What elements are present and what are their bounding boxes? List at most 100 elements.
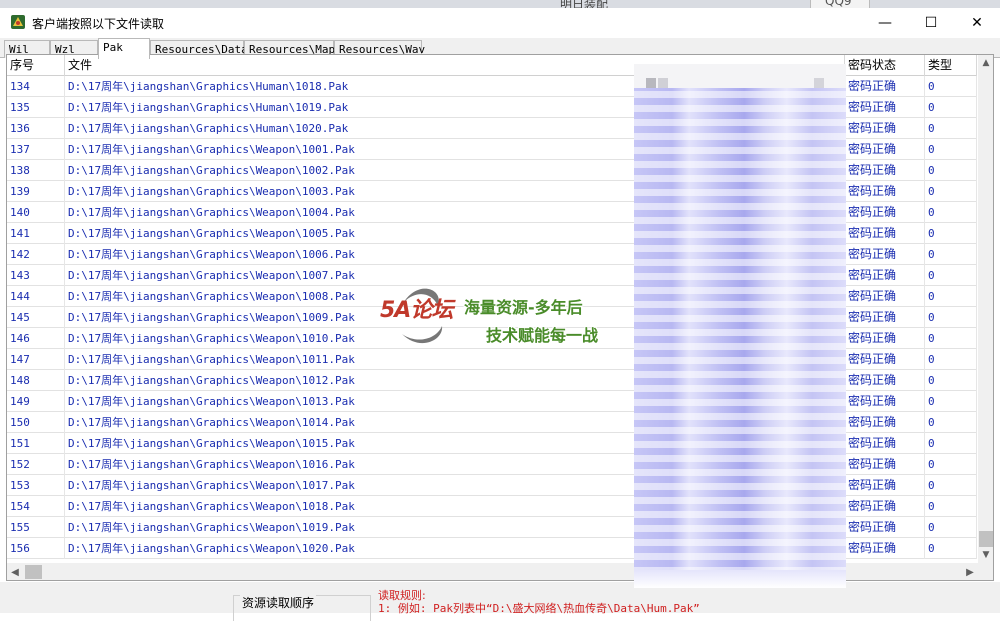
row-index: 154: [7, 496, 65, 517]
row-index: 156: [7, 538, 65, 559]
row-type: 0: [925, 244, 977, 265]
blurred-region-top: [634, 64, 846, 88]
row-status: 密码正确: [845, 97, 925, 118]
row-status: 密码正确: [845, 538, 925, 559]
window-title: 客户端按照以下文件读取: [32, 17, 165, 31]
blurred-region: [634, 64, 846, 588]
row-type: 0: [925, 433, 977, 454]
row-index: 151: [7, 433, 65, 454]
row-type: 0: [925, 181, 977, 202]
row-type: 0: [925, 475, 977, 496]
row-type: 0: [925, 160, 977, 181]
row-status: 密码正确: [845, 370, 925, 391]
row-type: 0: [925, 202, 977, 223]
row-index: 155: [7, 517, 65, 538]
row-status: 密码正确: [845, 412, 925, 433]
row-type: 0: [925, 286, 977, 307]
desktop-tab-label: QQ9: [825, 0, 852, 8]
arrow-down-icon[interactable]: ▼: [978, 547, 993, 563]
row-status: 密码正确: [845, 475, 925, 496]
row-index: 144: [7, 286, 65, 307]
row-type: 0: [925, 328, 977, 349]
row-index: 145: [7, 307, 65, 328]
row-type: 0: [925, 118, 977, 139]
row-index: 134: [7, 76, 65, 97]
row-status: 密码正确: [845, 160, 925, 181]
row-index: 136: [7, 118, 65, 139]
row-type: 0: [925, 496, 977, 517]
arrow-right-icon[interactable]: ▶: [962, 563, 978, 580]
desktop-background: 明日装配 QQ9: [0, 0, 1000, 11]
row-index: 137: [7, 139, 65, 160]
row-type: 0: [925, 307, 977, 328]
tab-pak[interactable]: Pak: [98, 38, 150, 59]
row-status: 密码正确: [845, 391, 925, 412]
column-header-type[interactable]: 类型: [925, 55, 977, 76]
row-status: 密码正确: [845, 517, 925, 538]
row-status: 密码正确: [845, 328, 925, 349]
row-index: 142: [7, 244, 65, 265]
row-status: 密码正确: [845, 454, 925, 475]
row-status: 密码正确: [845, 433, 925, 454]
row-type: 0: [925, 265, 977, 286]
row-status: 密码正确: [845, 202, 925, 223]
row-type: 0: [925, 538, 977, 559]
watermark-line-1: 海量资源-多年后: [464, 298, 583, 317]
app-icon: [11, 15, 25, 29]
row-type: 0: [925, 517, 977, 538]
row-index: 135: [7, 97, 65, 118]
row-status: 密码正确: [845, 223, 925, 244]
row-status: 密码正确: [845, 307, 925, 328]
row-index: 149: [7, 391, 65, 412]
row-type: 0: [925, 223, 977, 244]
arrow-left-icon[interactable]: ◀: [7, 563, 23, 580]
watermark: 5A论坛 海量资源-多年后 技术赋能每一战: [380, 282, 630, 356]
row-status: 密码正确: [845, 349, 925, 370]
desktop-tab[interactable]: QQ9: [810, 0, 870, 8]
row-index: 152: [7, 454, 65, 475]
row-type: 0: [925, 76, 977, 97]
bottom-panel: 资源读取顺序 读取规则: 1: 例如: Pak列表中“D:\盛大网络\热血传奇\…: [0, 582, 1000, 621]
minimize-button[interactable]: —: [862, 8, 908, 38]
row-index: 141: [7, 223, 65, 244]
row-index: 147: [7, 349, 65, 370]
row-index: 146: [7, 328, 65, 349]
vertical-scroll-thumb[interactable]: [979, 531, 993, 547]
row-type: 0: [925, 97, 977, 118]
row-index: 140: [7, 202, 65, 223]
row-type: 0: [925, 454, 977, 475]
close-button[interactable]: ✕: [954, 8, 1000, 38]
row-status: 密码正确: [845, 496, 925, 517]
title-bar: 客户端按照以下文件读取 — ☐ ✕: [0, 8, 1000, 38]
row-status: 密码正确: [845, 181, 925, 202]
read-order-label: 资源读取顺序: [240, 594, 317, 611]
row-type: 0: [925, 349, 977, 370]
row-index: 150: [7, 412, 65, 433]
watermark-logo: 5A论坛: [380, 298, 453, 323]
rules-line: 1: 例如: Pak列表中“D:\盛大网络\热血传奇\Data\Hum.Pak”: [378, 602, 700, 615]
row-status: 密码正确: [845, 139, 925, 160]
row-status: 密码正确: [845, 244, 925, 265]
row-type: 0: [925, 370, 977, 391]
column-header-index[interactable]: 序号: [7, 55, 65, 76]
row-status: 密码正确: [845, 265, 925, 286]
row-status: 密码正确: [845, 118, 925, 139]
row-index: 143: [7, 265, 65, 286]
row-index: 148: [7, 370, 65, 391]
main-window: 客户端按照以下文件读取 — ☐ ✕ Wil Wzl Pak Resources\…: [0, 8, 1000, 621]
row-type: 0: [925, 139, 977, 160]
maximize-button[interactable]: ☐: [908, 8, 954, 38]
blurred-region-bottom: [634, 570, 846, 588]
horizontal-scroll-thumb[interactable]: [25, 565, 42, 579]
row-type: 0: [925, 412, 977, 433]
row-index: 153: [7, 475, 65, 496]
vertical-scrollbar[interactable]: ▲ ▼: [978, 55, 993, 563]
row-index: 138: [7, 160, 65, 181]
arrow-up-icon[interactable]: ▲: [978, 55, 993, 71]
row-status: 密码正确: [845, 286, 925, 307]
watermark-line-2: 技术赋能每一战: [486, 326, 599, 345]
row-index: 139: [7, 181, 65, 202]
row-status: 密码正确: [845, 76, 925, 97]
column-header-status[interactable]: 密码状态: [845, 55, 925, 76]
row-type: 0: [925, 391, 977, 412]
